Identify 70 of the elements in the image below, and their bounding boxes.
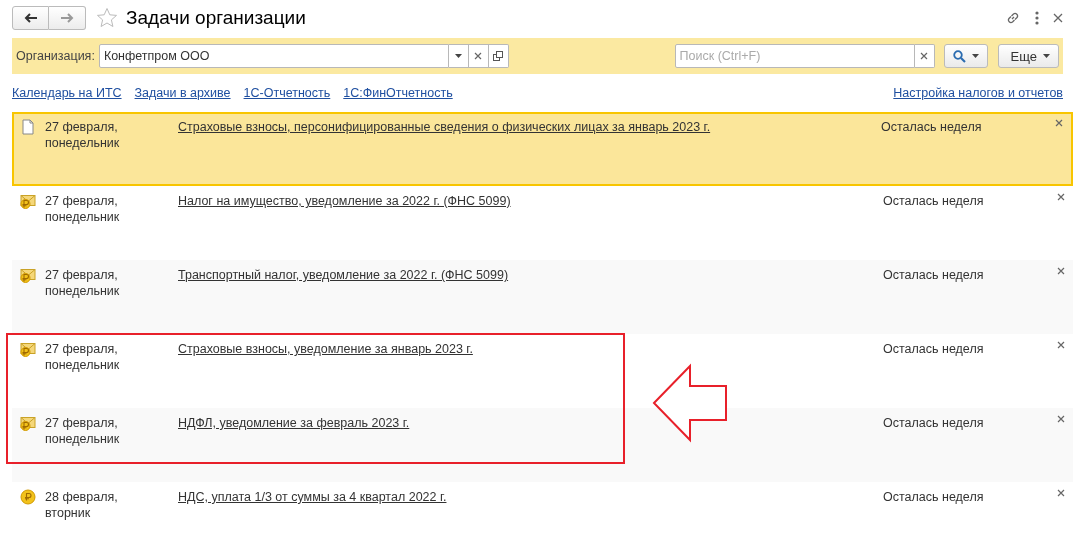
envelope-coin-icon [20, 193, 36, 209]
task-row[interactable]: 27 февраля, понедельник Налог на имущество, уведомление за 2022 г. (ФНС 5099) Осталась неделя [12, 186, 1073, 260]
nav-link[interactable]: Задачи в архиве [134, 86, 231, 100]
close-icon [1057, 415, 1065, 423]
organization-label: Организация: [16, 49, 95, 63]
task-date: 27 февраля, [45, 341, 119, 357]
task-weekday: понедельник [45, 431, 121, 447]
close-icon [1057, 267, 1065, 275]
task-date: 27 февраля, [45, 267, 119, 283]
arrow-right-icon [60, 13, 74, 23]
close-icon [920, 52, 929, 60]
task-link[interactable]: Налог на имущество, уведомление за 2022 г. (ФНС 5099) [178, 194, 511, 208]
star-icon[interactable] [96, 7, 118, 29]
search-button[interactable] [943, 44, 988, 68]
close-icon [474, 52, 483, 60]
task-link[interactable]: Страховые взносы, уведомление за январь 2023 г. [178, 342, 473, 356]
organization-field[interactable]: Конфетпром ООО [98, 44, 449, 68]
task-link[interactable]: Страховые взносы, персонифицированные сведения о физических лицах за январь 2023 г. [178, 120, 711, 134]
task-weekday: понедельник [45, 209, 121, 225]
clear-button[interactable] [468, 44, 489, 68]
close-icon [1055, 119, 1063, 127]
caret-icon [454, 54, 462, 58]
close-icon [1057, 489, 1065, 497]
envelope-coin-icon [20, 415, 36, 431]
arrow-left-icon [23, 13, 38, 23]
envelope-coin-icon [20, 341, 36, 357]
envelope-coin-icon [20, 267, 36, 283]
nav-link[interactable]: Календарь на ИТС [12, 86, 122, 100]
nav-link[interactable]: 1С:ФинОтчетность [343, 86, 453, 100]
task-date: 27 февраля, [45, 415, 119, 431]
task-weekday: вторник [45, 505, 92, 521]
task-weekday: понедельник [45, 135, 121, 151]
search-field[interactable]: Поиск (Ctrl+F) [674, 44, 915, 68]
dropdown-button[interactable] [448, 44, 469, 68]
task-status: Осталась неделя [881, 119, 983, 135]
task-row[interactable]: 27 февраля, понедельник НДФЛ, уведомление за февраль 2023 г. Осталась неделя [12, 408, 1073, 482]
close-icon [1057, 341, 1065, 349]
coin-icon [20, 489, 36, 505]
task-status: Осталась неделя [883, 341, 985, 357]
task-row[interactable]: 27 февраля, понедельник Страховые взносы, персонифицированные сведения о физических лицах за январь 2023 г. Осталась неделя [12, 112, 1073, 186]
caret-icon [971, 54, 979, 58]
task-status: Осталась неделя [883, 415, 985, 431]
close-icon [1057, 193, 1065, 201]
task-status: Осталась неделя [883, 267, 985, 283]
document-icon [20, 119, 36, 135]
task-status: Осталась неделя [883, 489, 985, 505]
link-icon[interactable] [1005, 10, 1021, 26]
search-icon [952, 49, 966, 63]
task-link[interactable]: НДФЛ, уведомление за февраль 2023 г. [178, 416, 410, 430]
settings-link[interactable]: Настройка налогов и отчетов [893, 86, 1063, 100]
task-status: Осталась неделя [883, 193, 985, 209]
task-date: 27 февраля, [45, 193, 119, 209]
task-weekday: понедельник [45, 357, 121, 373]
window-title: Задачи организации [126, 7, 306, 29]
task-row[interactable]: 27 февраля, понедельник Транспортный налог, уведомление за 2022 г. (ФНС 5099) Осталась неделя [12, 260, 1073, 334]
close-icon[interactable] [1053, 13, 1063, 23]
caret-icon [1043, 54, 1050, 58]
nav-link[interactable]: 1С-Отчетность [243, 86, 331, 100]
task-weekday: понедельник [45, 283, 121, 299]
back-button[interactable] [12, 6, 49, 30]
windows-icon [493, 51, 504, 61]
more-icon[interactable] [1035, 11, 1039, 25]
more-button[interactable]: Еще [997, 44, 1059, 68]
task-date: 27 февраля, [45, 119, 119, 135]
task-link[interactable]: НДС, уплата 1/3 от суммы за 4 квартал 2022 г. [178, 490, 447, 504]
clear-button[interactable] [914, 44, 935, 68]
open-button[interactable] [488, 44, 509, 68]
task-row[interactable]: 28 февраля, вторник НДС, уплата 1/3 от суммы за 4 квартал 2022 г. Осталась неделя [12, 482, 1073, 552]
task-date: 28 февраля, [45, 489, 119, 505]
task-link[interactable]: Транспортный налог, уведомление за 2022 г. (ФНС 5099) [178, 268, 509, 282]
